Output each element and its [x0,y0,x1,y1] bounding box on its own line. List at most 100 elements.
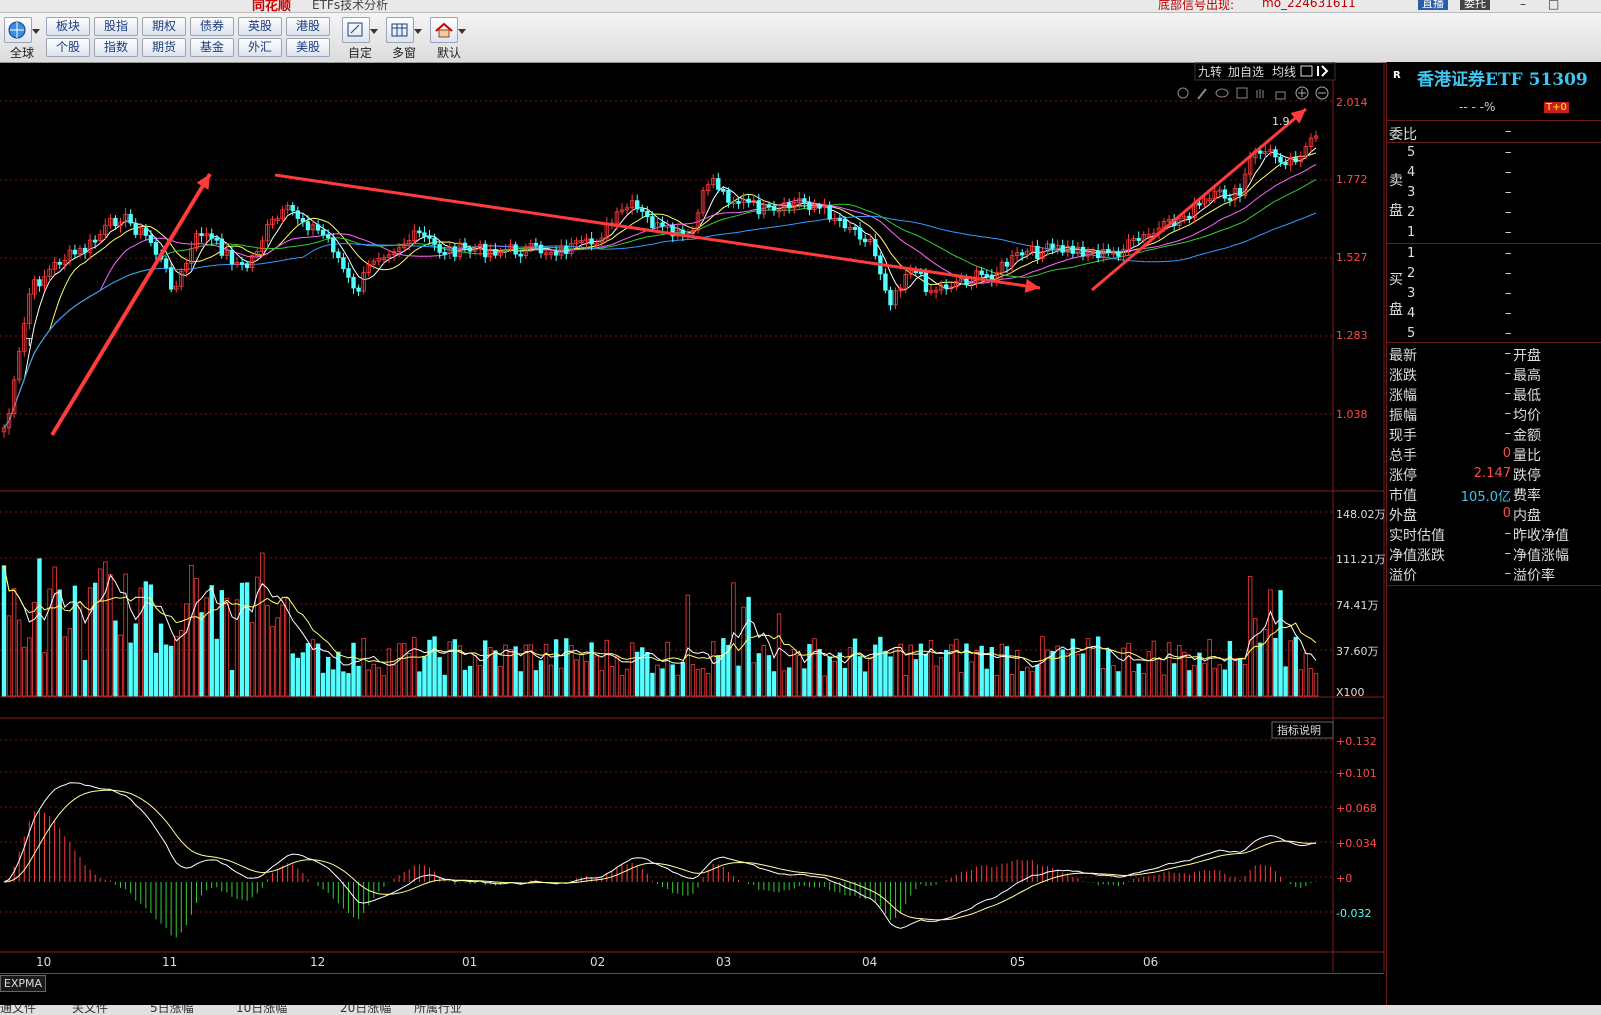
volume-bar [817,648,822,697]
volume-bar [1313,673,1319,697]
tab-add-watchlist[interactable]: 加自选 [1228,65,1264,79]
volume-bar [1156,658,1162,697]
volume-bar [209,585,214,697]
quote-field-label: 费率 [1513,488,1541,504]
minimize-icon[interactable]: – [1520,0,1526,11]
volume-bar [1126,642,1131,697]
candle-body [1095,250,1101,259]
candle-body [1070,245,1076,254]
candle-body [326,234,331,239]
volume-bar [756,653,761,697]
volume-bar [1278,590,1283,697]
candle-body [1060,245,1065,253]
volume-bar [260,552,265,697]
volume-bar [503,644,508,697]
volume-bar [250,622,255,697]
buy-level-value: – [1505,326,1512,341]
volume-bar [852,638,858,697]
candle-body [589,238,594,245]
price-tick: 1.772 [1336,173,1368,186]
volume-bar [189,564,194,697]
candle-body [1004,261,1010,267]
trend-arrow-head [1024,279,1040,293]
volume-bar [741,606,746,697]
volume-bar [194,578,199,697]
volume-bar [1308,668,1314,697]
entrust-button[interactable]: 委托 [1460,0,1490,10]
bottom-tab[interactable]: 通文件 [0,1005,36,1015]
sell-level-value: – [1505,165,1512,180]
trend-arrow-line [274,173,1041,290]
volume-bar [609,666,615,697]
volume-bar [462,669,468,697]
price-tick: 1.283 [1336,329,1368,342]
quote-field-label: 昨收净值 [1513,528,1569,544]
tab-nine-turn[interactable]: 九转 [1198,64,1222,79]
indicator-note-label[interactable]: 指标说明 [1277,723,1321,737]
volume-bar [969,661,974,697]
candle-body [736,201,741,204]
bottom-tab[interactable]: 10日涨幅 [236,1005,287,1015]
settings-icon[interactable] [1177,87,1189,99]
volume-bar [174,635,179,697]
candle-body [923,272,929,292]
indicator-tab-expma[interactable]: EXPMA [0,975,46,992]
volume-bar [832,660,837,697]
volume-bar [776,613,782,697]
hand-icon[interactable] [1256,89,1264,98]
bottom-tab[interactable]: 所属行业 [414,1005,462,1015]
volume-bar [396,643,402,697]
volume-bar [98,568,103,697]
tab-moving-average[interactable]: 均线 [1272,65,1296,79]
volume-bar [417,671,422,697]
buy-level-2: 2 [1407,266,1416,281]
volume-bar [629,642,635,697]
candle-body [513,244,518,255]
trash-icon[interactable] [1236,87,1248,99]
volume-bar [27,637,32,697]
chart-grid [0,62,1385,972]
candle-body [1019,252,1025,256]
volume-bar [933,665,939,697]
volume-bar [37,558,42,697]
bottom-tab[interactable]: 关文件 [72,1005,108,1015]
candle-body [518,253,523,257]
stock-chart[interactable]: 九转 加自选 均线 2.014 1.772 1.527 1.283 1.038 … [0,0,1386,1015]
candle-body [1222,189,1228,199]
candle-body [1080,246,1086,257]
volume-bar [508,649,513,697]
candle-body [351,276,356,289]
bottom-tab[interactable]: 5日涨幅 [150,1005,194,1015]
volume-bar [797,654,802,697]
eye-icon[interactable] [1215,88,1229,98]
volume-bar [761,645,767,697]
quote-title: 香港证券ETF 51309 [1417,70,1588,90]
volume-bar [878,636,883,697]
candle-body [356,287,361,292]
volume-bar [1197,652,1202,697]
volume-bar [543,643,549,697]
candle-body [82,247,88,253]
candle-body [1187,215,1192,219]
volume-bar [11,588,17,697]
candle-body [1237,188,1243,196]
candle-body [1258,150,1263,154]
buy-level-1: 1 [1407,246,1416,261]
lock-icon[interactable] [1275,91,1286,100]
volume-bar [604,639,610,697]
quote-field-value: 0 [1502,446,1511,461]
volume-bar [553,639,559,697]
buy-level-value: – [1505,286,1512,301]
candle-body [716,178,721,190]
bottom-tab[interactable]: 20日涨幅 [340,1005,391,1015]
volume-bar [1065,652,1070,697]
candle-body [244,263,250,268]
volume-bar [437,657,442,697]
pen-icon[interactable] [1197,88,1207,100]
volume-bar [923,653,929,697]
volume-bar [857,656,863,697]
maximize-icon[interactable]: □ [1548,0,1559,11]
r-mark: R [1393,70,1401,81]
live-button[interactable]: 直播 [1418,0,1448,10]
sell-level-value: – [1505,205,1512,220]
